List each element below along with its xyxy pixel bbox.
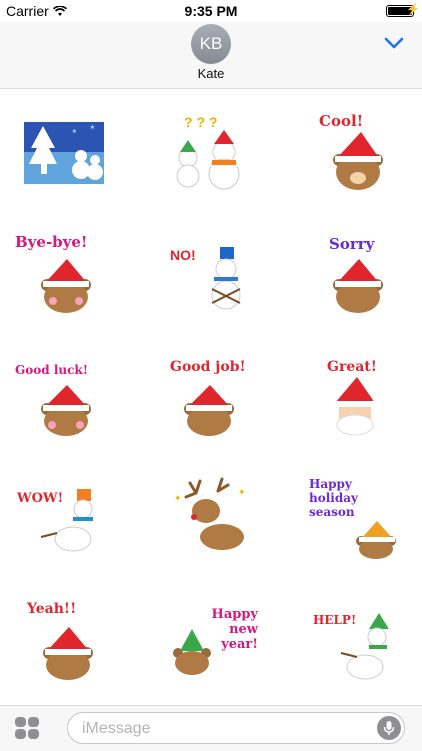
sticker-label: Happy holiday season xyxy=(309,477,358,519)
sticker-yeah[interactable]: Yeah!! xyxy=(6,585,126,695)
message-placeholder: iMessage xyxy=(82,720,151,737)
sticker-label: Happy new year! xyxy=(211,607,258,652)
sticker-label: HELP! xyxy=(313,613,357,627)
app-drawer-icon[interactable] xyxy=(14,716,40,740)
sticker-help[interactable]: HELP! xyxy=(296,585,416,695)
charging-bolt-icon: ⚡ xyxy=(406,4,420,16)
sticker-winter-scene[interactable]: ✶ ✶ xyxy=(6,98,126,208)
clock: 9:35 PM xyxy=(184,3,238,19)
sticker-reindeer[interactable]: ✦ ✦ xyxy=(151,463,271,573)
reindeer-icon: ✦✦ xyxy=(174,477,246,550)
sticker-good-luck[interactable]: Good luck! xyxy=(6,341,126,451)
svg-text:✦: ✦ xyxy=(238,487,246,497)
conversation-header: KB Kate xyxy=(0,22,422,89)
sticker-label: Sorry xyxy=(329,235,375,253)
sticker-label: Cool! xyxy=(319,112,364,130)
svg-text:✦: ✦ xyxy=(174,493,182,503)
sticker-label: Yeah!! xyxy=(27,601,77,617)
snowman-icon xyxy=(40,489,93,552)
sticker-happy-holiday-season[interactable]: Happy holiday season xyxy=(296,463,416,573)
svg-text:✶: ✶ xyxy=(89,123,96,132)
compose-bar: iMessage xyxy=(0,705,422,751)
sticker-label: Great! xyxy=(327,359,377,375)
sticker-great[interactable]: Great! xyxy=(296,341,416,451)
svg-text:✶: ✶ xyxy=(71,127,78,136)
winter-scene-icon: ✶ ✶ xyxy=(24,122,104,184)
chevron-down-icon[interactable] xyxy=(384,36,404,50)
sticker-good-job[interactable]: Good job! xyxy=(151,341,271,451)
avatar[interactable]: KB xyxy=(191,24,231,64)
contact-name[interactable]: Kate xyxy=(0,66,422,81)
sticker-happy-new-year[interactable]: Happy new year! xyxy=(151,585,271,695)
sticker-confused-snowmen[interactable]: ? ? ? xyxy=(151,98,271,208)
microphone-icon[interactable] xyxy=(377,716,401,740)
snowman-icon xyxy=(340,613,389,680)
sticker-bye-bye[interactable]: Bye-bye! xyxy=(6,219,126,329)
sticker-label: Good luck! xyxy=(15,363,88,377)
snowman-angry-icon xyxy=(211,247,241,310)
sticker-grid: ✶ ✶ ? ? ? Cool! Bye-bye! NO! Sorry Good … xyxy=(0,89,422,705)
sticker-label: WOW! xyxy=(17,491,64,506)
sticker-cool[interactable]: Cool! xyxy=(296,98,416,208)
sticker-label: Good job! xyxy=(170,359,246,375)
message-input[interactable]: iMessage xyxy=(67,712,405,744)
sticker-label: ? ? ? xyxy=(184,114,218,130)
sticker-sorry[interactable]: Sorry xyxy=(296,219,416,329)
status-bar: Carrier 9:35 PM ⚡ xyxy=(0,0,422,22)
sticker-wow[interactable]: WOW! xyxy=(6,463,126,573)
sticker-no[interactable]: NO! xyxy=(151,219,271,329)
sticker-label: Bye-bye! xyxy=(15,233,88,251)
sticker-label: NO! xyxy=(170,247,196,263)
